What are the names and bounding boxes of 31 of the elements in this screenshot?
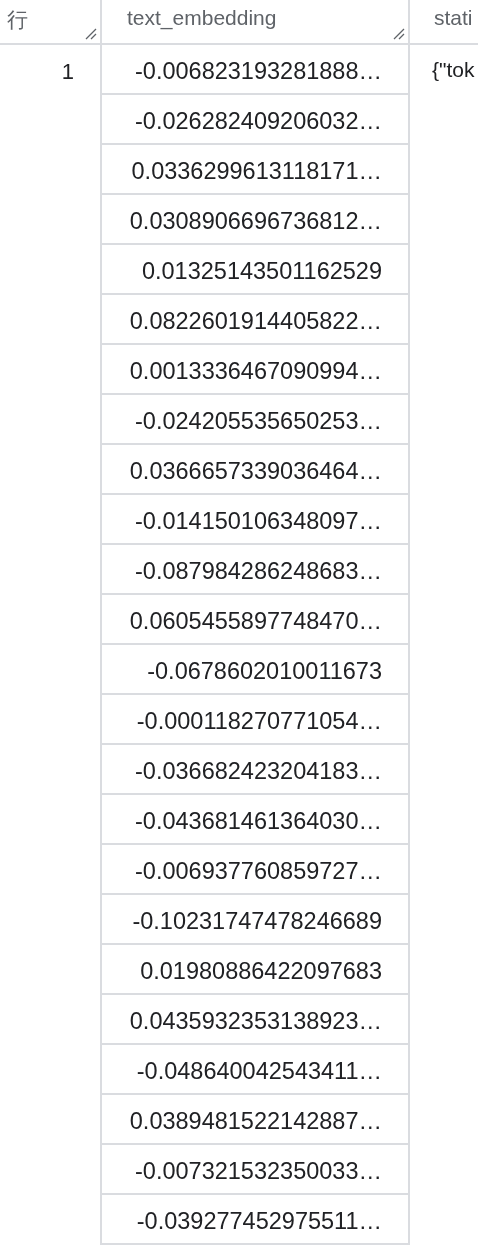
table-cell: -0.0678602010011673 (102, 645, 408, 695)
table-cell: 0.0013336467090994… (102, 345, 408, 395)
table-cell: -0.087984286248683… (102, 545, 408, 595)
resize-handle-icon[interactable] (85, 28, 97, 40)
table-cell-text: {"tok (431, 57, 476, 82)
table-cell: 0.0822601914405822… (102, 295, 408, 345)
table-cell: 0.0336299613118171… (102, 145, 408, 195)
table-cell: -0.048640042543411… (102, 1045, 408, 1095)
table-cell: -0.007321532350033… (102, 1145, 408, 1195)
table-cell: 0.0308906696736812… (102, 195, 408, 245)
table-cell: -0.000118270771054… (102, 695, 408, 745)
table-cell: -0.10231747478246689 (102, 895, 408, 945)
table-cell: -0.026282409206032… (102, 95, 408, 145)
table-cell: -0.036682423204183… (102, 745, 408, 795)
table-cell: -0.006937760859727… (102, 845, 408, 895)
table-cell: -0.024205535650253… (102, 395, 408, 445)
column-header[interactable]: text_embedding (127, 6, 277, 29)
table-cell: 0.0389481522142887… (102, 1095, 408, 1145)
table-cell: -0.006823193281888… (102, 45, 408, 95)
table-cell: -0.014150106348097… (102, 495, 408, 545)
column-header[interactable]: stati (434, 6, 473, 29)
row-number: 1 (61, 59, 74, 84)
resize-handle-icon[interactable] (393, 28, 405, 40)
table-cell: 0.0605455897748470… (102, 595, 408, 645)
table-cell: 0.0435932353138923… (102, 995, 408, 1045)
table-cell: 0.01325143501162529 (102, 245, 408, 295)
column-header[interactable]: 行 (7, 8, 28, 31)
table-cell: 0.01980886422097683 (102, 945, 408, 995)
table-cell: -0.039277452975511… (102, 1195, 408, 1245)
table-cell: -0.043681461364030… (102, 795, 408, 845)
table-cell: 0.0366657339036464… (102, 445, 408, 495)
